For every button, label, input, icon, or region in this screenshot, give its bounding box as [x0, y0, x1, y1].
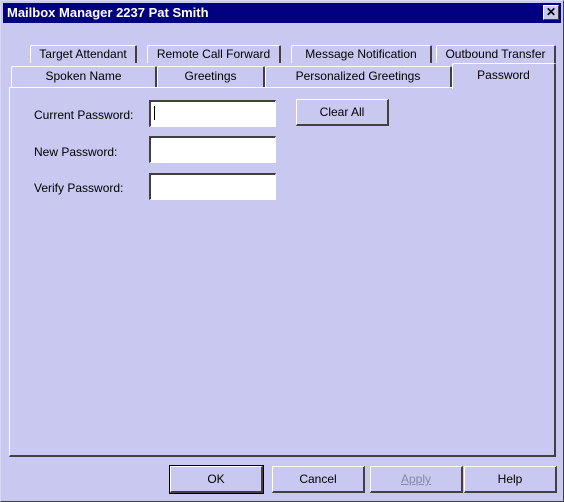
tab-password[interactable]: Password — [452, 63, 556, 89]
tab-label: Remote Call Forward — [156, 47, 271, 61]
current-password-label: Current Password: — [34, 108, 134, 122]
new-password-field[interactable] — [149, 136, 276, 163]
tab-label: Personalized Greetings — [295, 69, 421, 83]
tab-personalized-greetings[interactable]: Personalized Greetings — [265, 66, 452, 87]
password-panel: Current Password: New Password: Verify P… — [9, 87, 556, 457]
ok-label: OK — [207, 472, 225, 486]
dialog-window: Mailbox Manager 2237 Pat Smith ✕ Target … — [0, 0, 564, 502]
current-password-field[interactable] — [149, 100, 276, 127]
tab-greetings[interactable]: Greetings — [157, 66, 265, 87]
help-label: Help — [497, 472, 523, 486]
help-button[interactable]: Help — [464, 466, 557, 493]
tab-label: Password — [477, 68, 530, 82]
apply-label: Apply — [400, 472, 432, 486]
tab-message-notification[interactable]: Message Notification — [291, 45, 432, 63]
verify-password-input[interactable] — [154, 177, 272, 197]
window-title: Mailbox Manager 2237 Pat Smith — [7, 5, 209, 20]
close-button[interactable]: ✕ — [543, 5, 559, 20]
tab-target-attendant[interactable]: Target Attendant — [30, 45, 137, 63]
text-caret — [154, 106, 155, 120]
cancel-button[interactable]: Cancel — [272, 466, 365, 493]
tab-label: Greetings — [184, 69, 237, 83]
clear-all-label: Clear All — [319, 105, 365, 119]
apply-button[interactable]: Apply — [370, 466, 463, 493]
current-password-input[interactable] — [154, 104, 272, 124]
tab-label: Outbound Transfer — [445, 47, 546, 61]
new-password-input[interactable] — [154, 140, 272, 160]
clear-all-button[interactable]: Clear All — [296, 99, 389, 126]
close-icon: ✕ — [545, 5, 557, 19]
ok-button[interactable]: OK — [169, 465, 264, 494]
new-password-label: New Password: — [34, 145, 118, 159]
verify-password-field[interactable] — [149, 173, 276, 200]
tab-spoken-name[interactable]: Spoken Name — [11, 66, 157, 87]
verify-password-label: Verify Password: — [34, 181, 124, 195]
title-bar[interactable]: Mailbox Manager 2237 Pat Smith ✕ — [3, 3, 561, 23]
tab-label: Spoken Name — [45, 69, 122, 83]
cancel-label: Cancel — [299, 472, 337, 486]
tab-label: Message Notification — [305, 47, 417, 61]
tab-outbound-transfer[interactable]: Outbound Transfer — [436, 45, 556, 63]
tab-label: Target Attendant — [39, 47, 127, 61]
tab-remote-call-forward[interactable]: Remote Call Forward — [147, 45, 281, 63]
